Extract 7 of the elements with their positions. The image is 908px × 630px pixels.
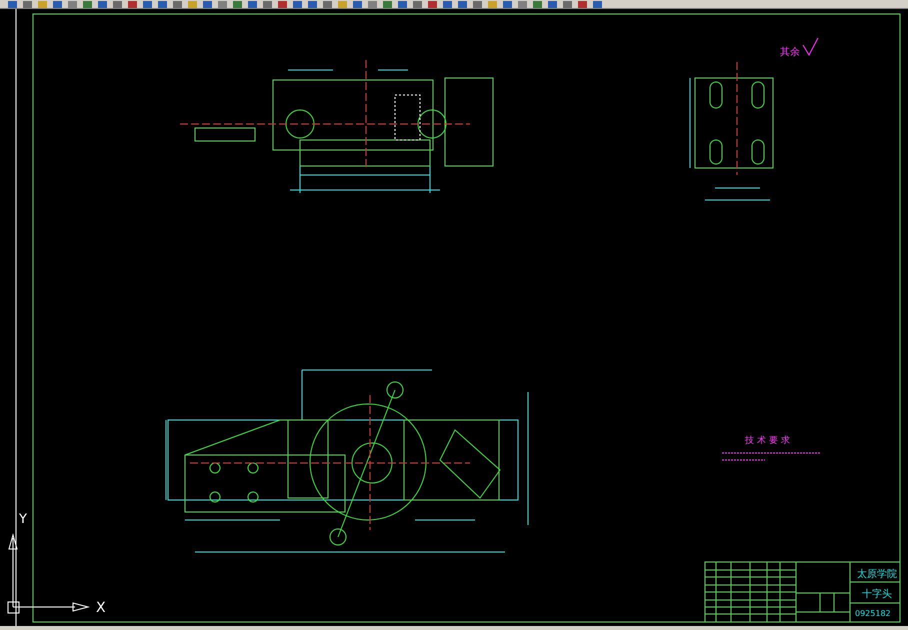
part-name: 十字头 xyxy=(862,589,892,600)
y-axis-label: Y xyxy=(19,512,27,527)
requirements-title: 技术要求 xyxy=(745,436,793,446)
x-axis-label: X xyxy=(96,600,106,616)
school-name: 太原学院 xyxy=(857,569,897,580)
roughness-note: 其余 xyxy=(780,47,800,58)
drawing-number: 0925182 xyxy=(855,609,891,618)
